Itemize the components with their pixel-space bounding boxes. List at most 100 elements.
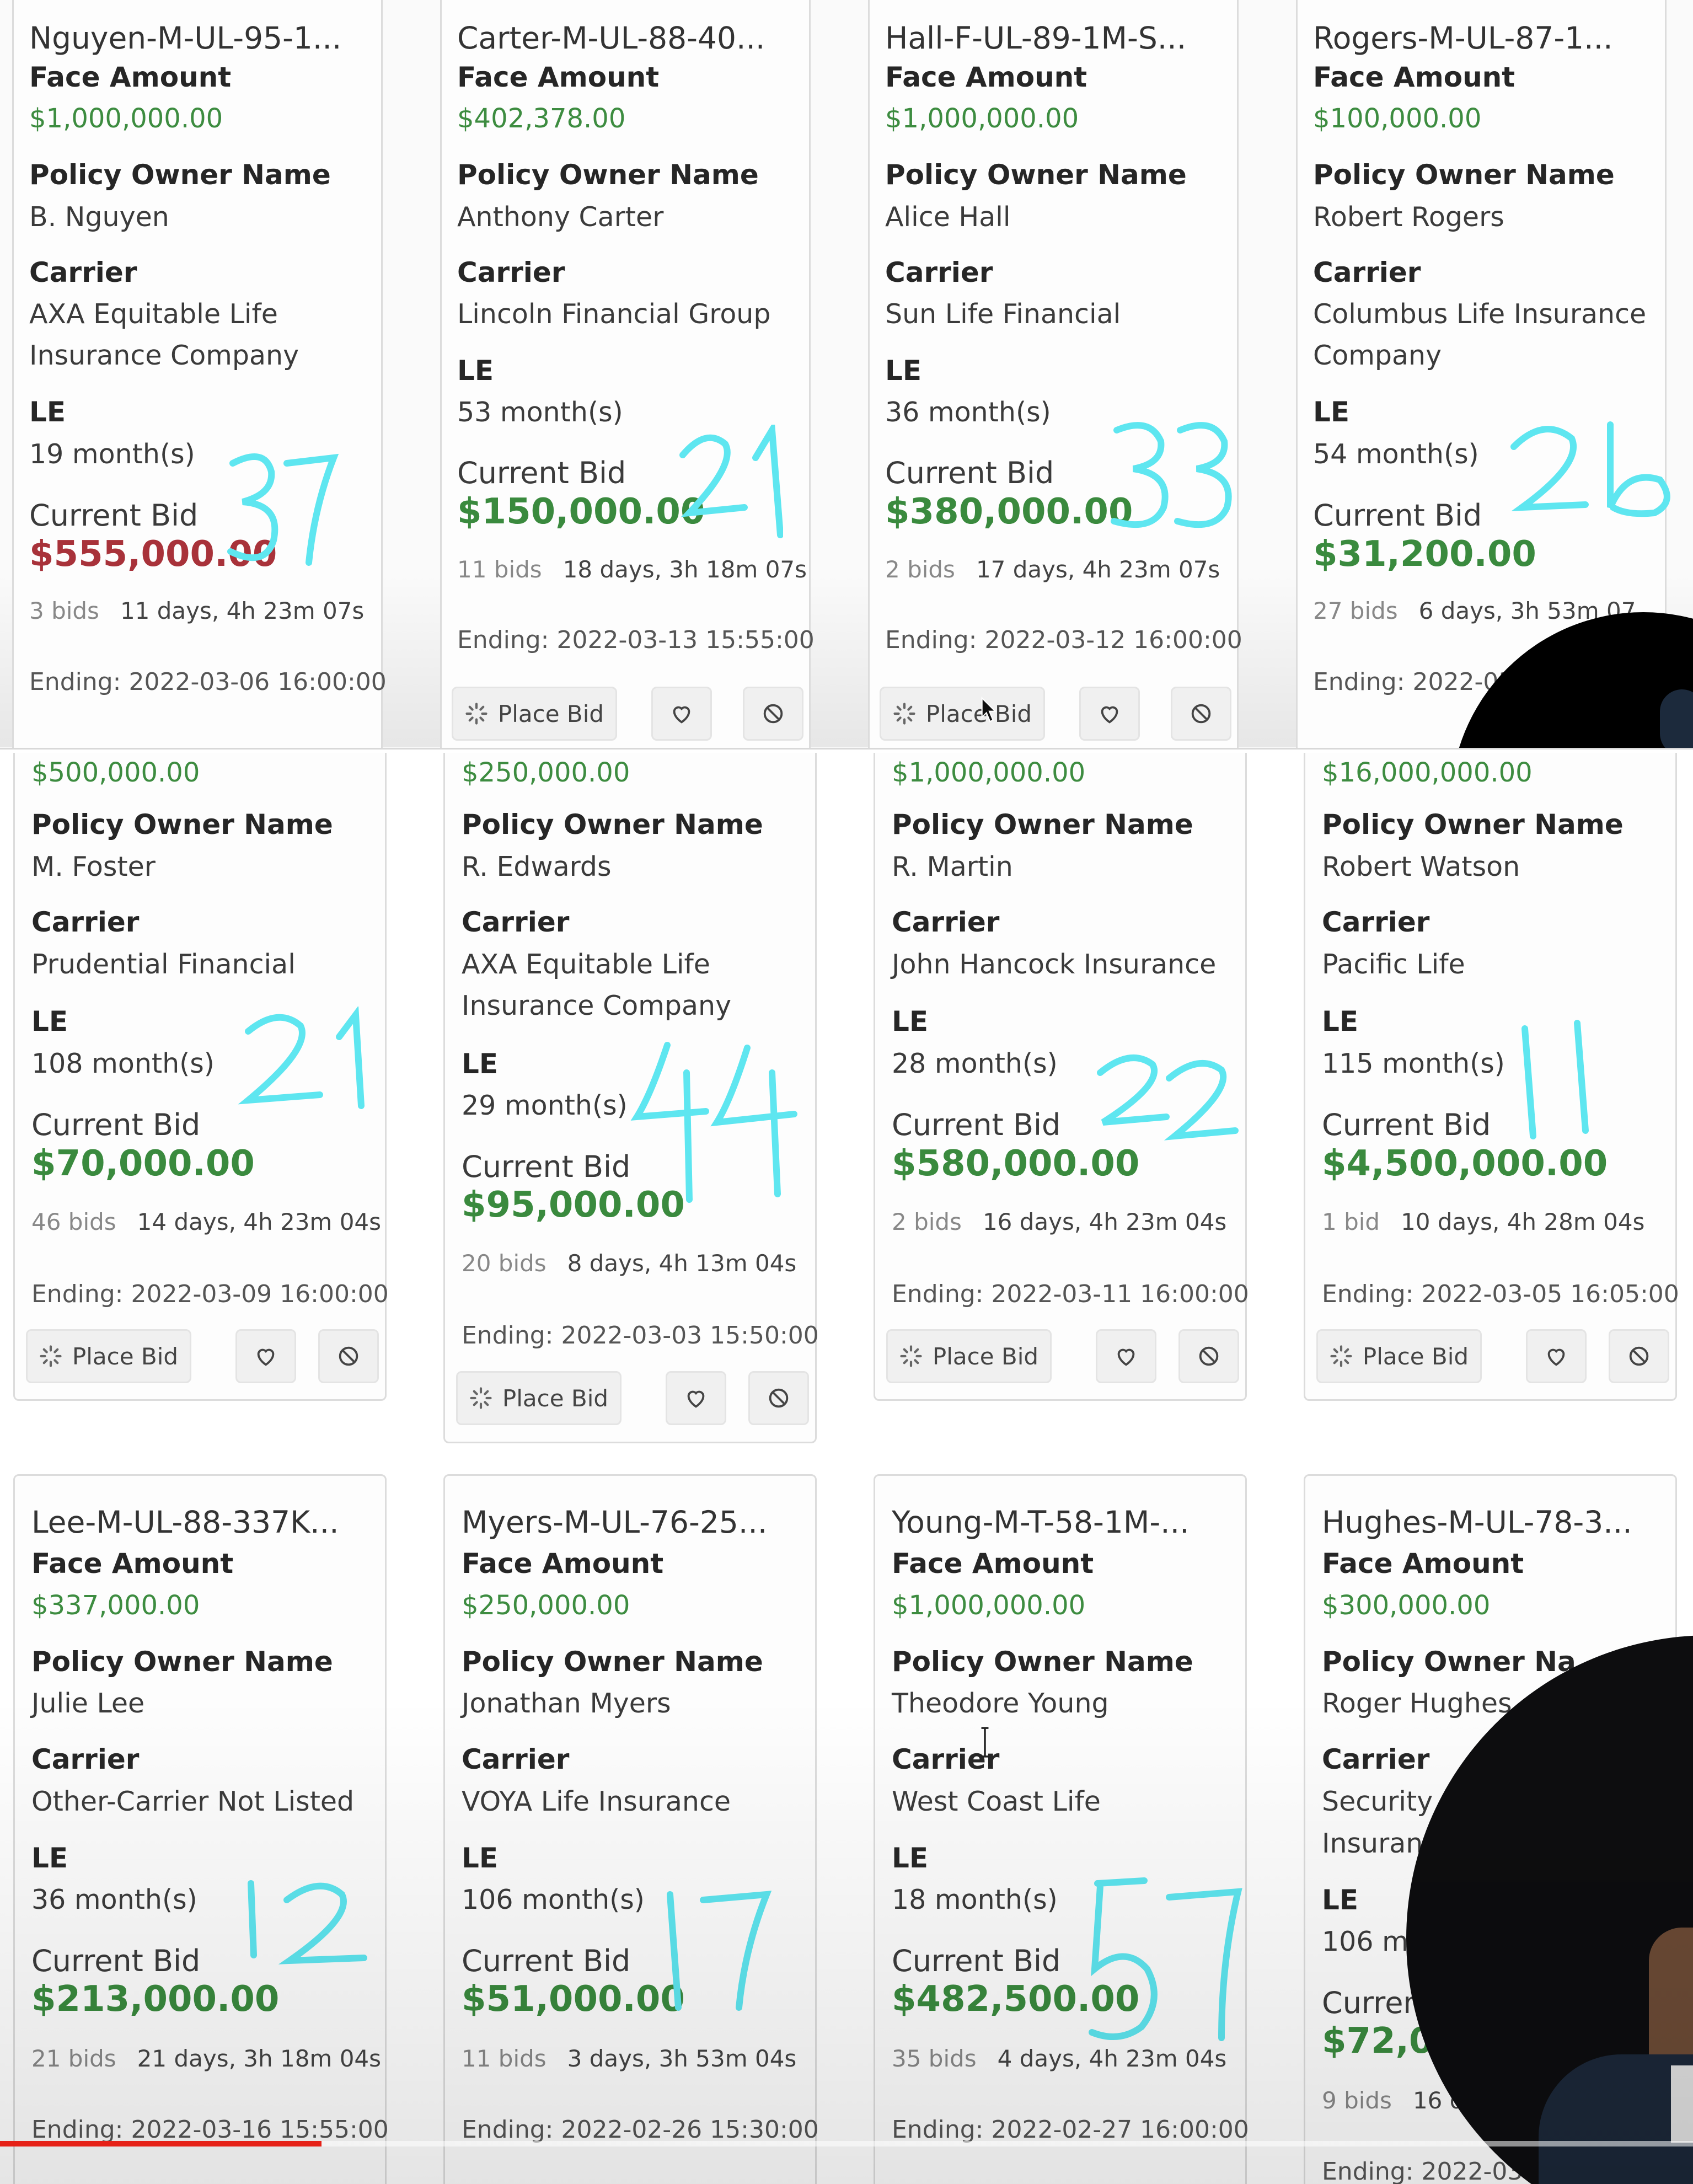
countdown: 16 days, 4h 23m 04s	[982, 1208, 1227, 1235]
card-title[interactable]: Carter-M-UL-88-40...	[457, 20, 799, 56]
face-amount-value: $1,000,000.00	[885, 103, 1079, 134]
bid-meta: 9 bids 16 d	[1322, 2087, 1464, 2114]
favorite-button[interactable]	[1526, 1329, 1587, 1383]
card-actions: Place Bid	[886, 1329, 1239, 1383]
ending-date: Ending: 2022-03-03 15:50:00	[462, 1321, 819, 1350]
carrier-label: Carrier	[1313, 256, 1421, 288]
owner-value: B. Nguyen	[29, 201, 169, 233]
place-bid-button[interactable]: Place Bid	[452, 687, 617, 741]
hide-button[interactable]	[1171, 687, 1231, 741]
favorite-button[interactable]	[666, 1371, 726, 1425]
place-bid-label: Place Bid	[1362, 1342, 1469, 1370]
place-bid-button[interactable]: Place Bid	[456, 1371, 622, 1425]
ending-date: Ending: 2022-03-05 16:05:00	[1322, 1280, 1679, 1308]
listing-card[interactable]: Nguyen-M-UL-95-1... Face Amount $1,000,0…	[12, 0, 387, 748]
current-bid-value: $95,000.00	[462, 1185, 685, 1225]
card-actions: Place Bid	[1316, 1329, 1669, 1383]
card-title[interactable]: Hall-F-UL-89-1M-S...	[885, 20, 1227, 56]
bid-count: 2 bids	[892, 1208, 962, 1235]
card-title[interactable]: Myers-M-UL-76-25...	[462, 1505, 803, 1540]
current-bid-value: $555,000.00	[29, 534, 277, 575]
carrier-value: Prudential Financial	[31, 949, 296, 980]
listing-card[interactable]: Lee-M-UL-88-337K... Face Amount $337,000…	[13, 1474, 389, 2184]
favorite-button[interactable]	[651, 687, 712, 741]
listing-card[interactable]: Young-M-T-58-1M-... Face Amount $1,000,0…	[874, 1474, 1249, 2184]
heart-icon	[687, 1390, 705, 1408]
listing-card[interactable]: Hall-F-UL-89-1M-S... Face Amount $1,000,…	[868, 0, 1242, 748]
listing-card[interactable]: $250,000.00 Policy Owner Name R. Edwards…	[443, 753, 819, 1443]
favorite-button[interactable]	[1096, 1329, 1156, 1383]
countdown: 4 days, 4h 23m 04s	[997, 2045, 1227, 2072]
spinner-icon	[470, 1387, 492, 1409]
carrier-label: Carrier	[462, 1743, 570, 1775]
owner-label: Policy Owner Name	[1322, 809, 1624, 841]
le-label: LE	[892, 1842, 929, 1874]
place-bid-button[interactable]: Place Bid	[886, 1329, 1052, 1383]
countdown: 11 days, 4h 23m 07s	[120, 597, 365, 624]
countdown: 14 days, 4h 23m 04s	[137, 1208, 382, 1235]
carrier-label: Carrier	[892, 906, 1000, 938]
bid-count: 27 bids	[1313, 597, 1398, 624]
card-title[interactable]: Nguyen-M-UL-95-1...	[29, 20, 371, 56]
hide-button[interactable]	[1178, 1329, 1239, 1383]
countdown: 18 days, 3h 18m 07s	[562, 556, 807, 583]
owner-label: Policy Owner Name	[1313, 159, 1615, 191]
carrier-label: Carrier	[1322, 906, 1430, 938]
card-title[interactable]: Hughes-M-UL-78-3...	[1322, 1505, 1664, 1540]
place-bid-button[interactable]: Place Bid	[26, 1329, 191, 1383]
listing-card[interactable]: $1,000,000.00 Policy Owner Name R. Marti…	[874, 753, 1249, 1401]
bid-meta: 2 bids 17 days, 4h 23m 07s	[885, 556, 1220, 583]
le-label: LE	[31, 1005, 68, 1037]
bid-meta: 3 bids 11 days, 4h 23m 07s	[29, 597, 364, 624]
listing-card[interactable]: Carter-M-UL-88-40... Face Amount $402,37…	[440, 0, 815, 748]
listing-card[interactable]: $16,000,000.00 Policy Owner Name Robert …	[1304, 753, 1679, 1401]
current-bid-value: $213,000.00	[31, 1979, 280, 2020]
carrier-value: AXA Equitable Life	[462, 949, 710, 980]
hide-button[interactable]	[1609, 1329, 1669, 1383]
face-amount-value: $1,000,000.00	[29, 103, 223, 134]
heart-icon	[257, 1348, 275, 1366]
face-amount-label: Face Amount	[1322, 1548, 1524, 1580]
video-progress-fill	[0, 2141, 322, 2146]
carrier-value: AXA Equitable Life	[29, 298, 278, 330]
face-amount-label: Face Amount	[892, 1548, 1094, 1580]
listing-card[interactable]: Myers-M-UL-76-25... Face Amount $250,000…	[443, 1474, 819, 2184]
le-label: LE	[1322, 1884, 1359, 1916]
face-amount-value: $1,000,000.00	[892, 757, 1086, 788]
hide-button[interactable]	[743, 687, 803, 741]
le-label: LE	[885, 355, 922, 387]
video-progress-bar[interactable]	[0, 2141, 1693, 2146]
hide-button[interactable]	[748, 1371, 809, 1425]
place-bid-label: Place Bid	[72, 1342, 179, 1370]
heart-icon	[1117, 1348, 1135, 1366]
listing-card[interactable]: $500,000.00 Policy Owner Name M. Foster …	[13, 753, 389, 1401]
mouse-cursor-icon	[981, 697, 997, 722]
card-title[interactable]: Rogers-M-UL-87-1...	[1313, 20, 1655, 56]
owner-value: Julie Lee	[31, 1688, 145, 1719]
bid-count: 35 bids	[892, 2045, 977, 2072]
countdown: 3 days, 3h 53m 04s	[567, 2045, 797, 2072]
place-bid-label: Place Bid	[925, 700, 1032, 727]
current-bid-value: $70,000.00	[31, 1143, 255, 1184]
owner-label: Policy Owner Name	[31, 1646, 333, 1678]
carrier-value: Lincoln Financial Group	[457, 298, 771, 330]
favorite-button[interactable]	[1079, 687, 1140, 741]
place-bid-button[interactable]: Place Bid	[1316, 1329, 1482, 1383]
bid-meta: 11 bids 3 days, 3h 53m 04s	[462, 2045, 796, 2072]
face-amount-value: $337,000.00	[31, 1590, 200, 1621]
owner-label: Policy Owner Name	[462, 1646, 763, 1678]
face-amount-value: $250,000.00	[462, 1590, 630, 1621]
hide-button[interactable]	[318, 1329, 379, 1383]
favorite-button[interactable]	[235, 1329, 296, 1383]
current-bid-label: Current Bid	[1313, 498, 1482, 533]
ending-date: Ending: 2022-03-16 15:55:00	[31, 2116, 389, 2144]
card-title[interactable]: Young-M-T-58-1M-...	[892, 1505, 1234, 1540]
bid-count: 1 bid	[1322, 1208, 1380, 1235]
le-value: 115 month(s)	[1322, 1048, 1505, 1079]
card-title[interactable]: Lee-M-UL-88-337K...	[31, 1505, 373, 1540]
ending-date: Ending: 2022-03	[1313, 668, 1514, 696]
place-bid-button[interactable]: Place Bid	[880, 687, 1045, 741]
face-amount-value: $16,000,000.00	[1322, 757, 1533, 788]
carrier-value-line2: Insuran	[1322, 1828, 1423, 1859]
le-value: 106 month(s)	[462, 1884, 645, 1915]
